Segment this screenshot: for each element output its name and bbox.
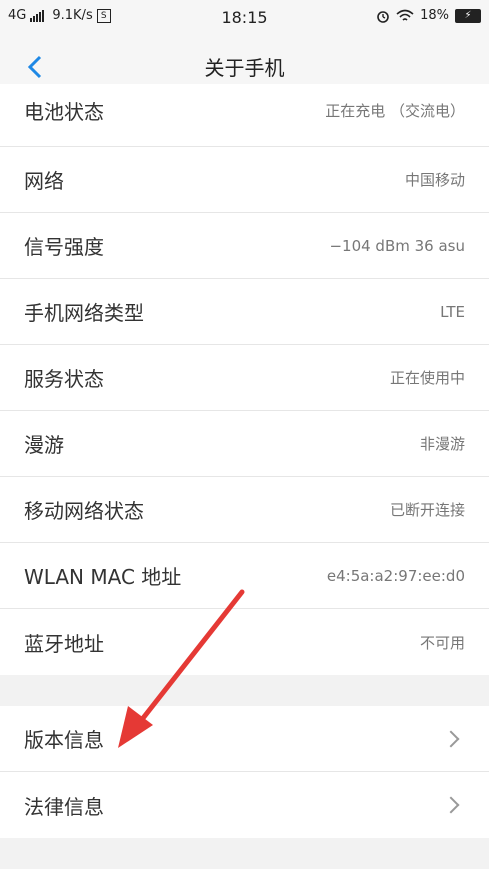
battery-percent: 18% (420, 8, 449, 23)
row-label: 信号强度 (24, 235, 104, 259)
row-value: −104 dBm 36 asu (329, 236, 465, 255)
info-row-service: 服务状态 正在使用中 (0, 345, 489, 411)
nav-row-version-info[interactable]: 版本信息 (0, 706, 489, 772)
info-row-mobile-network: 移动网络状态 已断开连接 (0, 477, 489, 543)
status-bar: 4G 9.1K/s S 18:15 18% ⚡ (0, 0, 489, 34)
nav-row-legal-info[interactable]: 法律信息 (0, 772, 489, 838)
status-right: 18% ⚡ (376, 8, 481, 23)
row-label: 服务状态 (24, 367, 104, 391)
nav-list: 版本信息 法律信息 (0, 706, 489, 838)
chevron-right-icon (442, 796, 460, 814)
row-label: 移动网络状态 (24, 499, 144, 523)
wifi-icon (396, 9, 414, 21)
row-value: e4:5a:a2:97:ee:d0 (326, 566, 465, 585)
info-row-battery: 电池状态 正在充电 （交流电） (0, 84, 489, 147)
info-row-roaming: 漫游 非漫游 (0, 411, 489, 477)
alarm-icon (377, 10, 389, 23)
info-row-signal: 信号强度 −104 dBm 36 asu (0, 213, 489, 279)
row-value: 中国移动 (404, 171, 465, 189)
row-label: 蓝牙地址 (24, 631, 104, 656)
row-value: 正在使用中 (389, 369, 465, 387)
row-label: WLAN MAC 地址 (24, 565, 182, 589)
row-label: 手机网络类型 (24, 301, 144, 325)
row-value: LTE (440, 302, 465, 321)
row-label: 漫游 (24, 433, 64, 457)
battery-icon: ⚡ (455, 8, 481, 23)
row-label: 电池状态 (24, 99, 104, 124)
info-row-network-type: 手机网络类型 LTE (0, 279, 489, 345)
info-row-bluetooth: 蓝牙地址 不可用 (0, 609, 489, 675)
row-label: 法律信息 (24, 794, 104, 819)
info-row-wlan-mac: WLAN MAC 地址 e4:5a:a2:97:ee:d0 (0, 543, 489, 609)
row-value: 已断开连接 (389, 501, 465, 519)
row-value: 非漫游 (419, 435, 465, 453)
row-value: 正在充电 （交流电） (325, 101, 465, 120)
row-label: 网络 (24, 169, 64, 193)
chevron-right-icon (442, 730, 460, 747)
info-list: 电池状态 正在充电 （交流电） 网络 中国移动 信号强度 −104 dBm 36… (0, 84, 489, 675)
page-title: 关于手机 (204, 56, 285, 80)
row-value: 不可用 (419, 633, 465, 652)
row-label: 版本信息 (24, 728, 104, 752)
info-row-network: 网络 中国移动 (0, 147, 489, 213)
